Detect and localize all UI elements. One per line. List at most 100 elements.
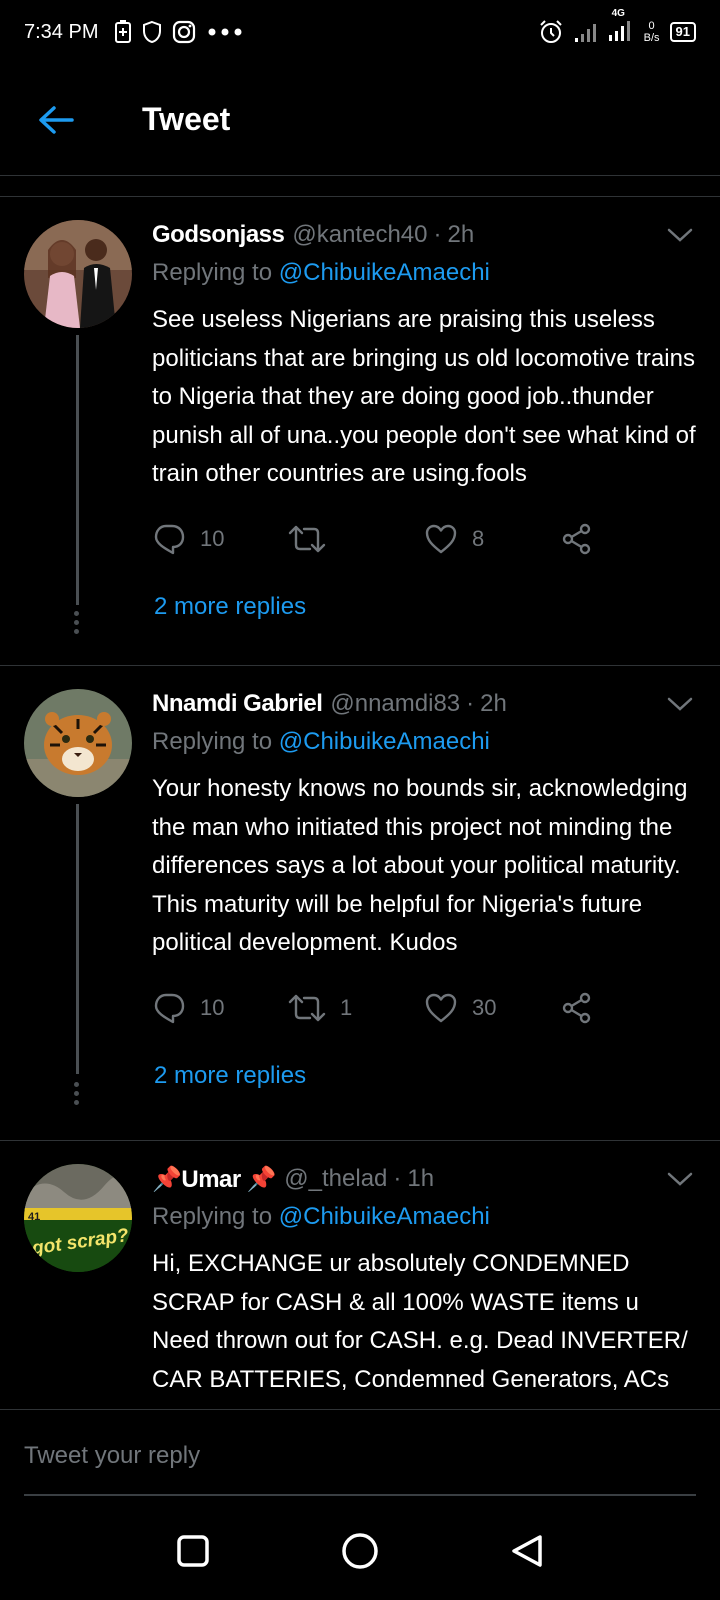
tweet-text: See useless Nigerians are praising this … [152, 306, 696, 487]
avatar-photo-tiger [24, 689, 132, 797]
tweet-text: Your honesty knows no bounds sir, acknow… [152, 775, 688, 956]
separator: · [433, 221, 442, 248]
tweet-time: 1h [407, 1165, 435, 1192]
shield-icon [143, 20, 162, 44]
arrow-left-icon [39, 105, 74, 134]
retweet-button[interactable] [288, 523, 424, 555]
tweet-header: Nnamdi Gabriel @nnamdi83 · 2h [152, 686, 696, 722]
replying-prefix: Replying to [152, 1203, 273, 1230]
tweet-actions: 10 8 [152, 504, 696, 574]
thread-dots [74, 611, 80, 638]
top-app-bar: Tweet [0, 64, 720, 176]
author-name[interactable]: 📌Umar 📌 [152, 1165, 277, 1194]
signal-icon [574, 24, 596, 42]
replying-prefix: Replying to [152, 259, 273, 286]
author-handle[interactable]: @nnamdi83 [330, 690, 460, 718]
recents-button[interactable] [163, 1521, 223, 1581]
avatar[interactable]: 41 got scrap? [24, 1164, 132, 1272]
heart-icon [425, 524, 457, 553]
avatar[interactable] [24, 689, 132, 797]
retweet-icon [288, 525, 326, 552]
thread-line [76, 335, 79, 605]
share-button[interactable] [560, 992, 696, 1024]
tweet-body: Godsonjass @kantech40 · 2h Replying to @… [152, 217, 696, 640]
avatar-digits: 41 [28, 1211, 40, 1223]
tweet-body: Nnamdi Gabriel @nnamdi83 · 2h Replying t… [152, 686, 696, 1109]
like-button[interactable]: 8 [424, 523, 560, 555]
avatar-photo-couple [24, 220, 132, 328]
network-type: 4G [611, 7, 625, 19]
triangle-back-icon [511, 1534, 542, 1567]
thread-dots [74, 1082, 80, 1109]
replying-to: Replying to @ChibuikeAmaechi [152, 728, 696, 764]
replying-to: Replying to @ChibuikeAmaechi [152, 1203, 696, 1239]
reply-tweet[interactable]: Nnamdi Gabriel @nnamdi83 · 2h Replying t… [0, 666, 720, 1141]
net-speed-unit: B/s [643, 32, 660, 44]
share-icon [562, 523, 591, 554]
tweet-time: 2h [480, 690, 507, 717]
replying-to-link[interactable]: @ChibuikeAmaechi [279, 1203, 490, 1230]
circle-icon [342, 1532, 378, 1569]
like-count: 8 [472, 525, 485, 551]
tweet-header: 📌Umar 📌 @_thelad · 1h [152, 1161, 696, 1197]
reply-button[interactable]: 10 [152, 523, 288, 555]
retweet-count: 1 [340, 994, 353, 1020]
reply-input[interactable] [24, 1438, 696, 1474]
reply-count: 10 [200, 994, 225, 1020]
thread-line [76, 804, 79, 1074]
reply-icon [154, 993, 185, 1023]
retweet-icon [288, 994, 326, 1021]
more-dots-icon [208, 28, 242, 36]
battery-indicator: 91 [669, 22, 696, 42]
reply-tweet[interactable]: Godsonjass @kantech40 · 2h Replying to @… [0, 197, 720, 666]
home-button[interactable] [330, 1521, 390, 1581]
chevron-down-icon[interactable] [666, 225, 694, 245]
more-replies-link[interactable]: 2 more replies [154, 1043, 696, 1109]
status-bar: 7:34 PM 4G 0 B/s 91 [0, 0, 720, 64]
like-count: 30 [472, 994, 497, 1020]
share-button[interactable] [560, 523, 696, 555]
replying-to-link[interactable]: @ChibuikeAmaechi [279, 728, 490, 755]
more-replies-link[interactable]: 2 more replies [154, 574, 696, 640]
replying-prefix: Replying to [152, 728, 273, 755]
battery-saver-icon [115, 20, 132, 43]
tweet-time: 2h [447, 221, 475, 248]
replies-feed[interactable]: Godsonjass @kantech40 · 2h Replying to @… [0, 197, 720, 1409]
replying-to-link[interactable]: @ChibuikeAmaechi [279, 259, 490, 286]
status-notification-icons [114, 20, 246, 44]
heart-icon [425, 993, 457, 1022]
tweet-text: Hi, EXCHANGE ur absolutely CONDEMNED SCR… [152, 1250, 688, 1393]
back-button[interactable] [0, 64, 112, 176]
signal-icon [608, 20, 630, 41]
status-time: 7:34 PM [24, 20, 99, 43]
chevron-down-icon[interactable] [666, 1169, 694, 1189]
tweet-header: Godsonjass @kantech40 · 2h [152, 217, 696, 253]
avatar[interactable] [24, 220, 132, 328]
author-handle[interactable]: @_thelad [284, 1165, 387, 1193]
tweet-body: 📌Umar 📌 @_thelad · 1h Replying to @Chibu… [152, 1161, 696, 1399]
author-name[interactable]: Godsonjass [152, 221, 285, 249]
composer-underline [24, 1494, 696, 1496]
reply-button[interactable]: 10 [152, 992, 288, 1024]
status-system-icons: 4G 0 B/s 91 [538, 8, 696, 45]
system-nav-bar [0, 1501, 720, 1600]
replying-to: Replying to @ChibuikeAmaechi [152, 259, 696, 295]
back-nav-button[interactable] [497, 1521, 557, 1581]
tweet-actions: 10 1 30 [152, 973, 696, 1043]
author-handle[interactable]: @kantech40 [292, 221, 427, 249]
chevron-down-icon[interactable] [666, 694, 694, 714]
network-4g: 4G [608, 8, 634, 45]
square-icon [177, 1534, 210, 1567]
like-button[interactable]: 30 [424, 992, 560, 1024]
retweet-button[interactable]: 1 [288, 992, 424, 1024]
reply-count: 10 [200, 525, 225, 551]
net-speed-value: 0 [648, 20, 655, 32]
net-speed: 0 B/s [644, 20, 660, 44]
alarm-icon [539, 20, 562, 43]
reply-tweet[interactable]: 41 got scrap? 📌Umar 📌 @_thelad · 1h Repl… [0, 1141, 720, 1409]
reply-icon [154, 524, 185, 554]
separator: · [393, 1165, 402, 1192]
page-title: Tweet [142, 101, 231, 137]
avatar-photo-got-scrap: 41 got scrap? [24, 1164, 132, 1272]
author-name[interactable]: Nnamdi Gabriel [152, 690, 323, 718]
